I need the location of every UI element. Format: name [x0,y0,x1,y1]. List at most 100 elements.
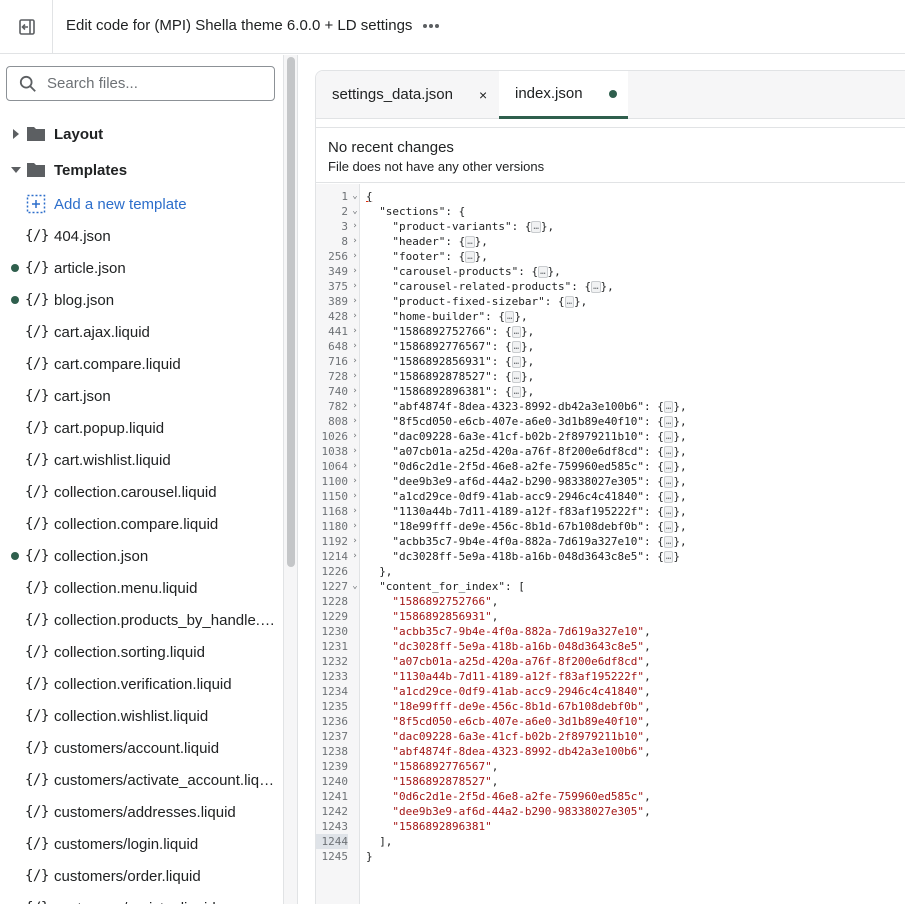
fold-collapsed-icon[interactable]: › [351,504,359,519]
fold-collapsed-icon[interactable]: › [351,354,359,369]
code-area[interactable]: 1 ⌄{2 ⌄ "sections": {3 › "product-variants": … [316,184,905,904]
fold-collapsed-icon[interactable]: › [351,249,359,264]
folded-region-ellipsis[interactable]: … [663,401,674,413]
code-text: "carousel-related-products": {…}, [392,280,614,293]
tab-index-json[interactable]: index.json [499,71,628,119]
file-item[interactable]: {/} collection.carousel.liquid [0,476,283,508]
fold-collapsed-icon[interactable]: › [351,534,359,549]
folded-region-ellipsis[interactable]: … [663,431,674,443]
file-item[interactable]: {/} blog.json [0,284,283,316]
folded-region-ellipsis[interactable]: … [511,386,522,398]
json-string: "a1cd29ce-0df9-41ab-acc9-2946c4c41840" [392,685,645,698]
fold-collapsed-icon[interactable]: › [351,444,359,459]
folded-region-ellipsis[interactable]: … [511,371,522,383]
file-item[interactable]: {/} collection.json [0,540,283,572]
code-text: "1130a44b-7d11-4189-a12f-f83af195222f", [366,669,650,684]
fold-collapsed-icon[interactable]: › [351,219,359,234]
fold-collapsed-icon[interactable]: › [351,399,359,414]
scrollbar-thumb[interactable] [287,57,295,567]
folded-region-ellipsis[interactable]: … [663,551,674,563]
folded-region-ellipsis[interactable]: … [591,281,601,293]
folded-region-ellipsis[interactable]: … [663,446,674,458]
fold-collapsed-icon[interactable]: › [351,279,359,294]
line-number: 1237 [321,730,349,743]
code-line: 389 › "product-fixed-sizebar": {…}, [316,294,905,309]
file-item[interactable]: {/} customers/register.liquid [0,892,283,904]
fold-collapsed-icon[interactable]: › [351,234,359,249]
fold-collapsed-icon[interactable]: › [351,459,359,474]
file-item[interactable]: {/} collection.compare.liquid [0,508,283,540]
file-item[interactable]: {/} customers/activate_account.liquid [0,764,283,796]
file-item[interactable]: {/} cart.popup.liquid [0,412,283,444]
file-item[interactable]: {/} customers/login.liquid [0,828,283,860]
file-item[interactable]: {/} cart.ajax.liquid [0,316,283,348]
add-template-link[interactable]: Add a new template [0,188,283,220]
folded-region-ellipsis[interactable]: … [663,506,674,518]
code-token: }, [521,370,535,383]
fold-collapsed-icon[interactable]: › [351,264,359,279]
folded-region-ellipsis[interactable]: … [511,341,522,353]
file-item[interactable]: {/} customers/account.liquid [0,732,283,764]
file-item[interactable]: {/} 404.json [0,220,283,252]
caret-down-icon[interactable] [10,164,22,176]
folded-region-ellipsis[interactable]: … [663,491,674,503]
folded-region-ellipsis[interactable]: … [531,221,541,233]
fold-collapsed-icon[interactable]: › [351,414,359,429]
fold-collapsed-icon[interactable]: › [351,339,359,354]
folded-region-ellipsis[interactable]: … [511,326,522,338]
fold-collapsed-icon[interactable]: › [351,429,359,444]
fold-collapsed-icon[interactable]: › [351,384,359,399]
search-input[interactable] [47,67,267,100]
json-key: "1130a44b-7d11-4189-a12f-f83af195222f": [392,505,658,518]
file-name: cart.popup.liquid [54,419,165,437]
file-item[interactable]: {/} cart.compare.liquid [0,348,283,380]
file-item[interactable]: {/} collection.verification.liquid [0,668,283,700]
file-item[interactable]: {/} collection.sorting.liquid [0,636,283,668]
fold-collapsed-icon[interactable]: › [351,324,359,339]
code-line: 1228 "1586892752766", [316,594,905,609]
folded-region-ellipsis[interactable]: … [504,311,515,323]
file-item[interactable]: {/} collection.products_by_handle.liquid [0,604,283,636]
close-icon[interactable]: × [479,87,487,103]
folded-region-ellipsis[interactable]: … [663,521,674,533]
tab-settings-data[interactable]: settings_data.json × [316,71,499,118]
folded-region-ellipsis[interactable]: … [538,266,548,278]
sidebar-scrollbar[interactable] [284,55,298,904]
fold-collapsed-icon[interactable]: › [351,474,359,489]
json-key: "1586892776567": [392,340,505,353]
fold-collapsed-icon[interactable]: › [351,489,359,504]
folded-region-ellipsis[interactable]: … [511,356,522,368]
exit-icon[interactable] [14,14,40,40]
fold-expanded-icon[interactable]: ⌄ [351,204,359,219]
file-item[interactable]: {/} cart.wishlist.liquid [0,444,283,476]
file-item[interactable]: {/} customers/order.liquid [0,860,283,892]
fold-collapsed-icon[interactable]: › [351,549,359,564]
fold-expanded-icon[interactable]: ⌄ [351,579,359,594]
folder-templates[interactable]: Templates [0,152,283,188]
code-token: } [673,550,680,563]
fold-collapsed-icon[interactable]: › [351,519,359,534]
file-item[interactable]: {/} article.json [0,252,283,284]
more-horizontal-icon[interactable] [419,14,443,38]
code-token: }, [379,565,393,578]
folded-region-ellipsis[interactable]: … [663,461,674,473]
folded-region-ellipsis[interactable]: … [564,296,575,308]
folded-region-ellipsis[interactable]: … [663,536,674,548]
folded-region-ellipsis[interactable]: … [465,236,475,248]
line-number: 1026 [321,430,349,443]
fold-collapsed-icon[interactable]: › [351,294,359,309]
file-item[interactable]: {/} collection.wishlist.liquid [0,700,283,732]
folded-region-ellipsis[interactable]: … [663,476,674,488]
folder-layout[interactable]: Layout [0,116,283,152]
caret-right-icon[interactable] [10,128,22,140]
folded-region-ellipsis[interactable]: … [465,251,475,263]
json-string: "1586892752766" [392,595,492,608]
folded-region-ellipsis[interactable]: … [663,416,674,428]
fold-collapsed-icon[interactable]: › [351,369,359,384]
fold-expanded-icon[interactable]: ⌄ [351,189,359,204]
line-number: 716 [328,355,348,368]
file-item[interactable]: {/} collection.menu.liquid [0,572,283,604]
fold-collapsed-icon[interactable]: › [351,309,359,324]
file-item[interactable]: {/} customers/addresses.liquid [0,796,283,828]
file-item[interactable]: {/} cart.json [0,380,283,412]
